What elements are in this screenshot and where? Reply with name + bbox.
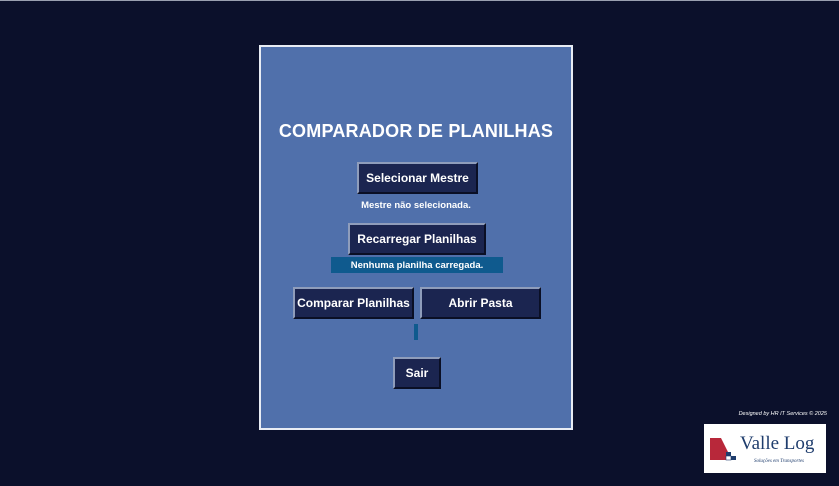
company-logo: Valle Log Soluções em Transportes <box>704 424 826 473</box>
logo-tagline: Soluções em Transportes <box>754 459 804 464</box>
main-panel: COMPARADOR DE PLANILHAS Selecionar Mestr… <box>259 45 573 430</box>
select-master-button[interactable]: Selecionar Mestre <box>357 162 478 194</box>
compare-sheets-button[interactable]: Comparar Planilhas <box>293 287 414 319</box>
exit-button[interactable]: Sair <box>393 357 441 389</box>
credit-text: Designed by HR IT Services © 2025 <box>738 411 827 417</box>
master-status-text: Mestre não selecionada. <box>361 200 471 211</box>
window-top-border <box>0 0 839 1</box>
reload-sheets-button[interactable]: Recarregar Planilhas <box>348 223 486 255</box>
valle-log-mark-icon <box>710 438 736 461</box>
logo-name: Valle Log <box>740 433 815 454</box>
progress-bar <box>414 324 418 340</box>
open-folder-button[interactable]: Abrir Pasta <box>420 287 541 319</box>
sheets-status-bar: Nenhuma planilha carregada. <box>331 257 503 273</box>
page-title: COMPARADOR DE PLANILHAS <box>278 121 554 141</box>
